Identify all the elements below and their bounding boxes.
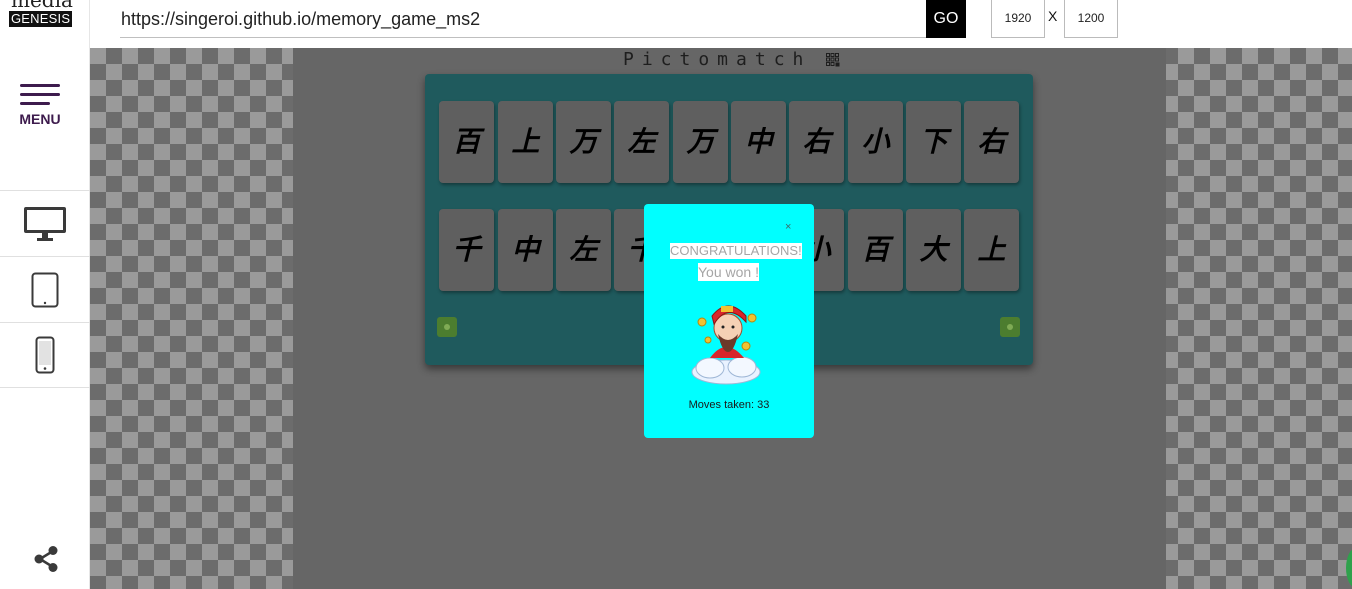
share-button[interactable] (32, 545, 60, 573)
phone-view-button[interactable] (0, 322, 90, 388)
menu-button[interactable]: MENU (12, 84, 68, 136)
close-modal-button[interactable]: × (785, 221, 791, 233)
tablet-icon (31, 272, 59, 307)
game-title: Pictomatch (623, 49, 812, 70)
memory-card[interactable]: 中 (498, 209, 553, 291)
url-input[interactable]: https://singeroi.github.io/memory_game_m… (120, 0, 926, 38)
memory-card[interactable]: 百 (439, 101, 494, 183)
desktop-icon (24, 206, 66, 241)
memory-card[interactable]: 左 (614, 101, 669, 183)
memory-card[interactable]: 大 (906, 209, 961, 291)
win-modal: × CONGRATULATIONS! You won ! Moves taken… (644, 204, 814, 438)
hamburger-icon (12, 84, 68, 105)
memory-card[interactable]: 百 (848, 209, 903, 291)
media-genesis-logo[interactable]: media GENESIS (8, 0, 74, 28)
menu-label: MENU (19, 111, 61, 127)
fortune-god-mascot-image (691, 305, 761, 385)
memory-card[interactable]: 右 (964, 101, 1019, 183)
tablet-view-button[interactable] (0, 256, 90, 322)
memory-card[interactable]: 中 (731, 101, 786, 183)
width-input[interactable]: 1920 (991, 0, 1045, 38)
desktop-view-button[interactable] (0, 190, 90, 256)
memory-card[interactable]: 万 (673, 101, 728, 183)
sidebar: media GENESIS MENU (0, 0, 90, 589)
memory-card[interactable]: 万 (556, 101, 611, 183)
memory-card[interactable]: 右 (789, 101, 844, 183)
grid-icon (826, 53, 840, 67)
share-icon (34, 546, 58, 572)
address-toolbar: https://singeroi.github.io/memory_game_m… (90, 0, 1352, 48)
height-input[interactable]: 1200 (1064, 0, 1118, 38)
back-button[interactable] (437, 317, 457, 337)
memory-card[interactable]: 上 (964, 209, 1019, 291)
go-button[interactable]: GO (926, 0, 966, 38)
memory-card[interactable]: 下 (906, 101, 961, 183)
memory-card[interactable]: 左 (556, 209, 611, 291)
dimension-separator: X (1048, 8, 1058, 24)
moves-taken-text: Moves taken: 33 (688, 399, 770, 411)
memory-card[interactable]: 上 (498, 101, 553, 183)
congrats-text: CONGRATULATIONS! (670, 243, 802, 259)
you-won-text: You won ! (698, 263, 759, 281)
logo-bottom-text: GENESIS (9, 11, 73, 27)
phone-icon (35, 336, 55, 374)
restart-button[interactable] (1000, 317, 1020, 337)
logo-top-text: media (11, 0, 73, 12)
memory-card[interactable]: 千 (439, 209, 494, 291)
memory-card[interactable]: 小 (848, 101, 903, 183)
